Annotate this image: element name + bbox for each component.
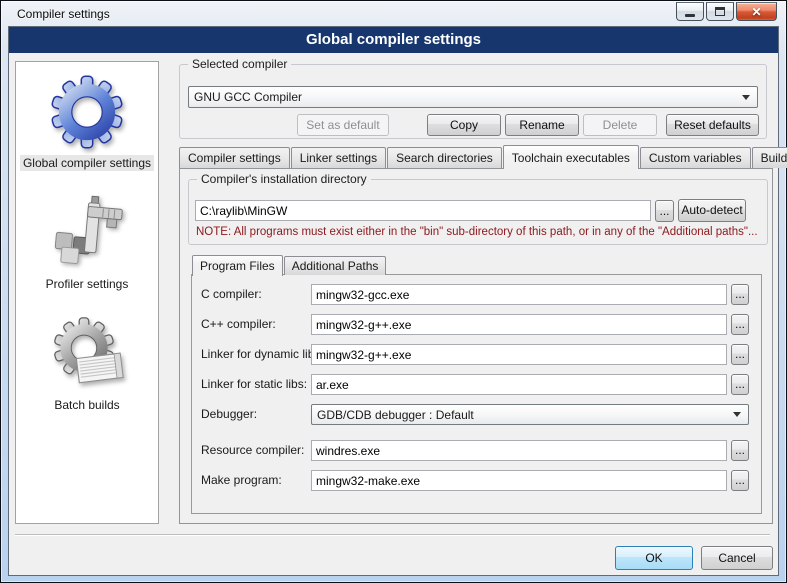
sidebar: Global compiler settings Profiler settin…	[15, 61, 159, 524]
sidebar-item-label: Global compiler settings	[20, 155, 154, 171]
form-row-c-compiler: C++ compiler:...	[192, 314, 761, 336]
form-row-linker-for-dynamic-libs: Linker for dynamic libs:...	[192, 344, 761, 366]
c-compiler-label: C compiler:	[201, 287, 262, 301]
form-row-c-compiler: C compiler:...	[192, 284, 761, 306]
compiler-select-value: GNU GCC Compiler	[189, 90, 738, 104]
debugger-label: Debugger:	[201, 407, 257, 421]
set-as-default-button[interactable]: Set as default	[297, 114, 389, 136]
toolchain-executables-panel: Compiler's installation directory ... Au…	[179, 168, 773, 524]
chevron-down-icon	[733, 412, 741, 417]
form-row-make-program: Make program:...	[192, 470, 761, 492]
sidebar-item-profiler-settings[interactable]: Profiler settings	[43, 195, 132, 292]
tab-build-options[interactable]: Build options	[752, 147, 787, 168]
installation-browse-button[interactable]: ...	[655, 200, 674, 222]
window-title: Compiler settings	[17, 7, 110, 21]
compiler-settings-window: Compiler settings ✕ Global compiler sett…	[0, 0, 787, 583]
resource-compiler-label: Resource compiler:	[201, 443, 304, 457]
close-button[interactable]: ✕	[736, 2, 777, 21]
installation-note: NOTE: All programs must exist either in …	[196, 226, 758, 238]
gray-gear-icon	[49, 316, 125, 392]
tab-custom-variables[interactable]: Custom variables	[640, 147, 751, 168]
installation-directory-input[interactable]	[195, 200, 651, 221]
linker-for-static-libs-label: Linker for static libs:	[201, 377, 307, 391]
caliper-icon	[49, 195, 125, 271]
sidebar-item-global-compiler-settings[interactable]: Global compiler settings	[20, 74, 154, 171]
page-title: Global compiler settings	[9, 27, 778, 53]
dialog-body: Global compiler settings Global compiler…	[8, 26, 779, 576]
form-row-resource-compiler: Resource compiler:...	[192, 440, 761, 462]
form-row-debugger: Debugger: GDB/CDB debugger : Default	[192, 404, 761, 426]
ok-button[interactable]: OK	[615, 546, 693, 570]
subtab-bar: Program FilesAdditional Paths	[192, 254, 387, 275]
resource-compiler-input[interactable]	[311, 440, 727, 461]
make-program-input[interactable]	[311, 470, 727, 491]
copy-button[interactable]: Copy	[427, 114, 501, 136]
linker-for-static-libs-input[interactable]	[311, 374, 727, 395]
debugger-value: GDB/CDB debugger : Default	[312, 408, 729, 422]
auto-detect-button[interactable]: Auto-detect	[678, 199, 746, 222]
installation-directory-group: Compiler's installation directory ... Au…	[188, 179, 768, 245]
linker-for-static-libs-browse-button[interactable]: ...	[731, 374, 749, 395]
footer-separator	[15, 534, 770, 536]
tab-toolchain-executables[interactable]: Toolchain executables	[503, 145, 639, 169]
c-compiler-input[interactable]	[311, 284, 727, 305]
sidebar-item-label: Profiler settings	[43, 276, 132, 292]
minimize-button[interactable]	[676, 2, 704, 21]
debugger-select[interactable]: GDB/CDB debugger : Default	[311, 404, 749, 425]
titlebar[interactable]: Compiler settings ✕	[1, 1, 786, 26]
caption-buttons: ✕	[674, 2, 777, 21]
selected-compiler-legend: Selected compiler	[188, 57, 291, 71]
blue-gear-icon	[49, 74, 125, 150]
sidebar-item-label: Batch builds	[51, 397, 122, 413]
form-row-linker-for-static-libs: Linker for static libs:...	[192, 374, 761, 396]
c-compiler-input[interactable]	[311, 314, 727, 335]
maximize-button[interactable]	[706, 2, 734, 21]
cancel-button[interactable]: Cancel	[701, 546, 773, 570]
c-compiler-browse-button[interactable]: ...	[731, 314, 749, 335]
linker-for-dynamic-libs-label: Linker for dynamic libs:	[201, 347, 324, 361]
tab-compiler-settings[interactable]: Compiler settings	[179, 147, 290, 168]
delete-button[interactable]: Delete	[583, 114, 657, 136]
minimize-icon	[685, 14, 695, 17]
subtab-additional-paths[interactable]: Additional Paths	[284, 256, 387, 275]
rename-button[interactable]: Rename	[505, 114, 579, 136]
selected-compiler-group: Selected compiler GNU GCC Compiler Set a…	[179, 64, 767, 139]
close-icon: ✕	[751, 6, 761, 18]
chevron-down-icon	[742, 95, 750, 100]
reset-defaults-button[interactable]: Reset defaults	[666, 114, 759, 136]
make-program-label: Make program:	[201, 473, 282, 487]
maximize-icon	[715, 7, 725, 16]
compiler-select[interactable]: GNU GCC Compiler	[188, 86, 758, 108]
subtab-program-files[interactable]: Program Files	[192, 255, 283, 276]
resource-compiler-browse-button[interactable]: ...	[731, 440, 749, 461]
sidebar-item-batch-builds[interactable]: Batch builds	[49, 316, 125, 413]
tab-linker-settings[interactable]: Linker settings	[291, 147, 386, 168]
c-compiler-browse-button[interactable]: ...	[731, 284, 749, 305]
program-files-panel: C compiler:...C++ compiler:...Linker for…	[191, 274, 762, 514]
make-program-browse-button[interactable]: ...	[731, 470, 749, 491]
c-compiler-label: C++ compiler:	[201, 317, 276, 331]
tab-search-directories[interactable]: Search directories	[387, 147, 502, 168]
linker-for-dynamic-libs-browse-button[interactable]: ...	[731, 344, 749, 365]
tab-bar: Compiler settingsLinker settingsSearch d…	[179, 144, 774, 168]
linker-for-dynamic-libs-input[interactable]	[311, 344, 727, 365]
installation-directory-legend: Compiler's installation directory	[197, 172, 371, 186]
